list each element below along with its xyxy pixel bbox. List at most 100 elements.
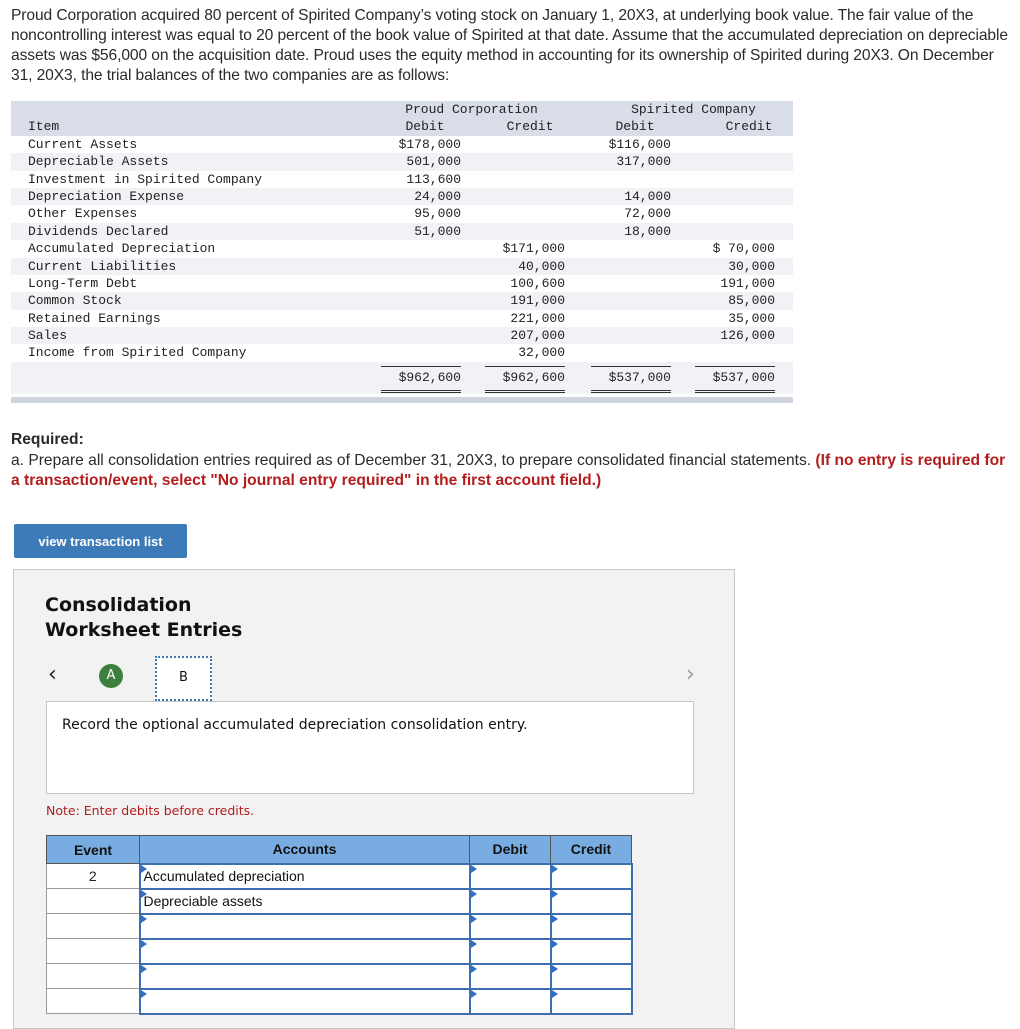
trial-balance-row: Depreciable Assets 501,000 317,000 bbox=[11, 153, 793, 171]
trial-balance-row: Dividends Declared 51,000 18,000 bbox=[11, 222, 793, 241]
account-select[interactable]: Accumulated depreciation bbox=[138, 862, 471, 890]
dropdown-marker-icon bbox=[140, 889, 147, 898]
debit-input[interactable] bbox=[468, 937, 552, 965]
proud-credit: 100,600 bbox=[510, 275, 565, 291]
credit-input[interactable] bbox=[549, 887, 633, 915]
journal-row bbox=[46, 912, 633, 940]
dropdown-marker-icon bbox=[140, 939, 147, 948]
spirited-credit: $ 70,000 bbox=[712, 241, 775, 257]
credit-input[interactable] bbox=[549, 862, 633, 890]
journal-entry-table: Event Accounts Debit Credit 2 Accumulated… bbox=[46, 835, 633, 1015]
spirited-debit: 317,000 bbox=[616, 154, 671, 170]
step-a-complete[interactable]: A bbox=[99, 664, 123, 688]
trial-balance-row: Other Expenses 95,000 72,000 bbox=[11, 205, 793, 222]
debit-input[interactable] bbox=[468, 862, 552, 890]
event-cell bbox=[46, 888, 140, 914]
trial-balance-row: Current Liabilities 40,000 30,000 bbox=[11, 257, 793, 275]
row-item: Depreciation Expense bbox=[28, 188, 185, 204]
row-item: Investment in Spirited Company bbox=[28, 171, 263, 187]
dropdown-marker-icon bbox=[140, 989, 147, 998]
dropdown-marker-icon bbox=[140, 964, 147, 973]
proud-debit: 51,000 bbox=[414, 223, 461, 239]
spirited-credit: 85,000 bbox=[728, 293, 775, 309]
row-item: Current Assets bbox=[28, 136, 138, 152]
trial-balance-row: Investment in Spirited Company 113,600 bbox=[11, 171, 793, 188]
credit-input[interactable] bbox=[549, 912, 633, 940]
problem-statement: Proud Corporation acquired 80 percent of… bbox=[11, 7, 1008, 84]
proud-debit: 95,000 bbox=[414, 206, 461, 222]
total-proud-debit: $962,600 bbox=[381, 365, 461, 393]
required-heading: Required: bbox=[11, 431, 84, 448]
proud-credit: $171,000 bbox=[502, 241, 565, 257]
trial-balance-row: Retained Earnings 221,000 35,000 bbox=[11, 310, 793, 327]
dropdown-marker-icon bbox=[470, 964, 477, 973]
dropdown-marker-icon bbox=[551, 964, 558, 973]
dropdown-marker-icon bbox=[551, 939, 558, 948]
header-event: Event bbox=[46, 835, 140, 864]
account-select[interactable] bbox=[138, 937, 471, 965]
credit-input[interactable] bbox=[549, 987, 633, 1015]
proud-debit: 501,000 bbox=[406, 154, 461, 170]
debit-input[interactable] bbox=[468, 912, 552, 940]
trial-balance-group-header: Proud Corporation Spirited Company bbox=[11, 101, 793, 120]
proud-debit: $178,000 bbox=[398, 136, 461, 152]
group-proud: Proud Corporation bbox=[389, 101, 554, 120]
account-select[interactable] bbox=[138, 962, 471, 990]
step-b-current[interactable]: B bbox=[155, 656, 212, 701]
account-select[interactable] bbox=[138, 912, 471, 940]
entry-prompt-box: Record the optional accumulated deprecia… bbox=[46, 701, 694, 794]
dropdown-marker-icon bbox=[140, 864, 147, 873]
journal-row: Depreciable assets bbox=[46, 887, 633, 915]
trial-balance-row: Accumulated Depreciation $171,000 $ 70,000 bbox=[11, 240, 793, 257]
event-cell bbox=[46, 988, 140, 1014]
trial-balance-row: Depreciation Expense 24,000 14,000 bbox=[11, 187, 793, 206]
dropdown-marker-icon bbox=[470, 889, 477, 898]
trial-balance-row: Common Stock 191,000 85,000 bbox=[11, 292, 793, 310]
chevron-left-icon[interactable]: ‹ bbox=[48, 662, 57, 687]
total-proud-credit: $962,600 bbox=[485, 365, 565, 393]
chevron-right-icon[interactable]: › bbox=[686, 662, 695, 687]
proud-debit: 24,000 bbox=[414, 188, 461, 204]
proud-credit: 32,000 bbox=[518, 345, 565, 361]
event-cell bbox=[46, 913, 140, 939]
header-item: Item bbox=[28, 119, 60, 135]
dropdown-marker-icon bbox=[470, 914, 477, 923]
row-item: Accumulated Depreciation bbox=[28, 241, 216, 257]
credit-input[interactable] bbox=[549, 962, 633, 990]
spirited-credit: 191,000 bbox=[720, 275, 775, 291]
credit-input[interactable] bbox=[549, 937, 633, 965]
proud-credit: 207,000 bbox=[510, 328, 565, 344]
panel-title-line1: Consolidation bbox=[45, 594, 192, 616]
row-item: Depreciable Assets bbox=[28, 154, 169, 170]
proud-credit: 221,000 bbox=[510, 310, 565, 326]
total-spirited-debit: $537,000 bbox=[591, 365, 671, 393]
spirited-debit: 14,000 bbox=[624, 188, 671, 204]
trial-balance-totals: $962,600 $962,600 $537,000 $537,000 bbox=[11, 361, 793, 394]
required-text: a. Prepare all consolidation entries req… bbox=[11, 452, 816, 469]
spirited-credit: 35,000 bbox=[728, 310, 775, 326]
journal-row bbox=[46, 962, 633, 990]
entry-prompt: Record the optional accumulated deprecia… bbox=[62, 717, 528, 733]
journal-row: 2 Accumulated depreciation bbox=[46, 862, 633, 890]
journal-row bbox=[46, 937, 633, 965]
journal-row bbox=[46, 987, 633, 1015]
spirited-credit: 126,000 bbox=[720, 328, 775, 344]
trial-balance-row: Sales 207,000 126,000 bbox=[11, 327, 793, 345]
debit-input[interactable] bbox=[468, 987, 552, 1015]
view-transaction-list-button[interactable]: view transaction list bbox=[14, 524, 187, 558]
debit-input[interactable] bbox=[468, 962, 552, 990]
dropdown-marker-icon bbox=[470, 864, 477, 873]
debit-input[interactable] bbox=[468, 887, 552, 915]
account-select[interactable]: Depreciable assets bbox=[138, 887, 471, 915]
event-cell bbox=[46, 963, 140, 989]
panel-title: Consolidation Worksheet Entries bbox=[45, 593, 242, 643]
row-item: Common Stock bbox=[28, 293, 122, 309]
spirited-debit: $116,000 bbox=[608, 136, 671, 152]
account-select[interactable] bbox=[138, 987, 471, 1015]
row-item: Income from Spirited Company bbox=[28, 345, 247, 361]
consolidation-worksheet-panel: Consolidation Worksheet Entries ‹ A B › … bbox=[13, 569, 735, 1029]
account-select-value: Accumulated depreciation bbox=[143, 868, 305, 884]
row-item: Current Liabilities bbox=[28, 258, 177, 274]
dropdown-marker-icon bbox=[551, 864, 558, 873]
event-cell: 2 bbox=[46, 863, 140, 889]
